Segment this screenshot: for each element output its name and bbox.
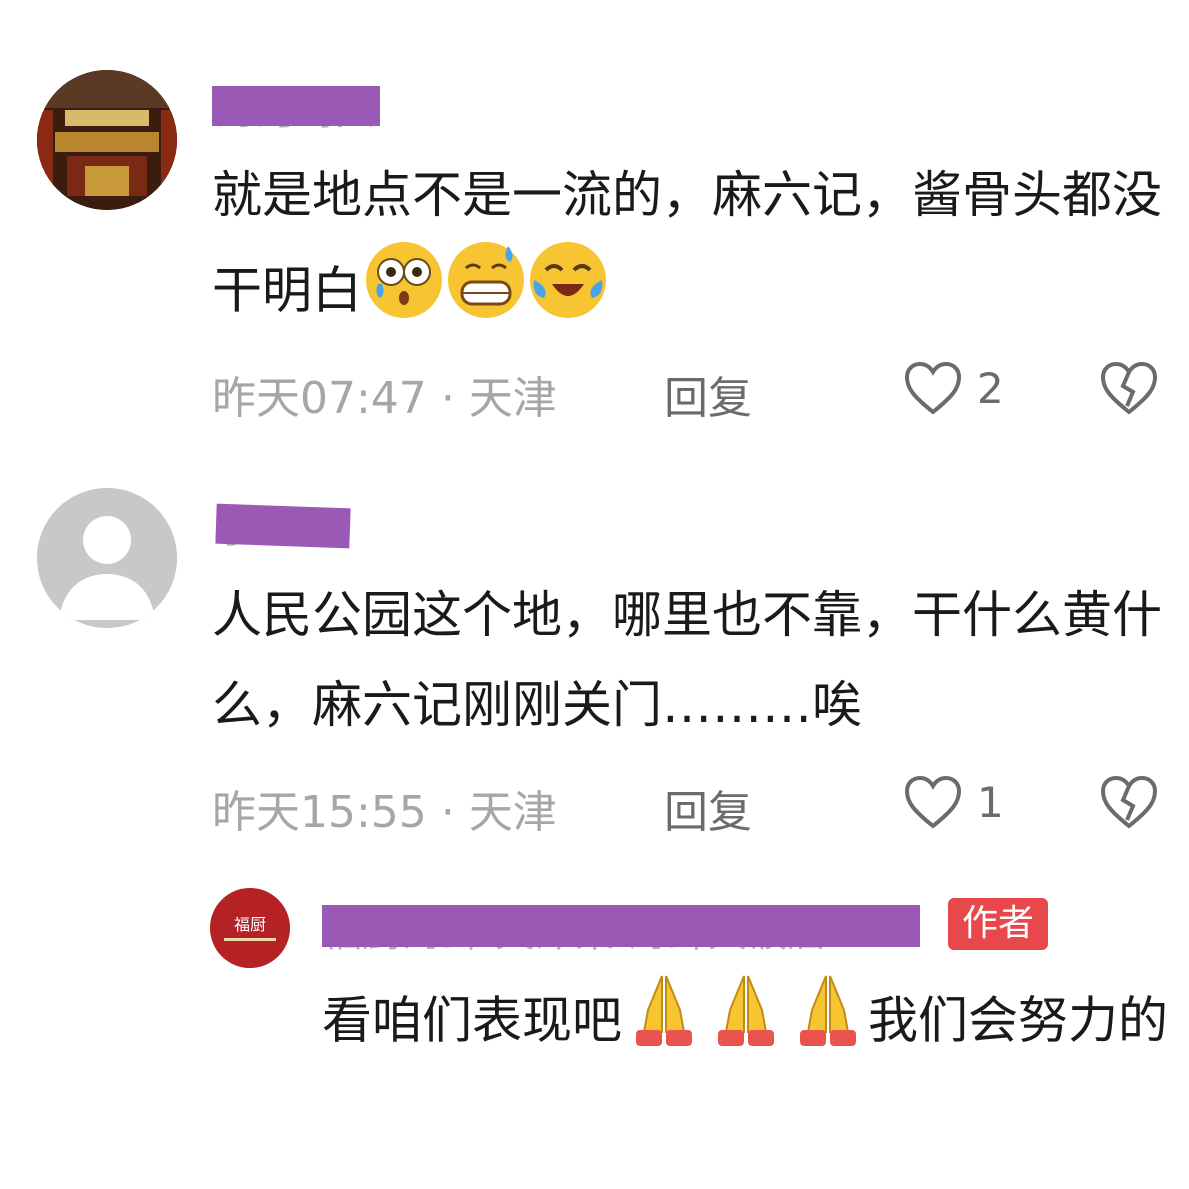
like-button[interactable]: 2 bbox=[903, 360, 1004, 416]
comment-location: 天津 bbox=[468, 373, 557, 424]
like-button[interactable]: 1 bbox=[903, 774, 1004, 830]
folded-hands-emoji bbox=[624, 970, 704, 1078]
folded-hands-emoji bbox=[706, 970, 786, 1078]
reply-text: 看咱们表现吧 我们会努力的 bbox=[322, 970, 1172, 1078]
separator-dot: · bbox=[440, 373, 455, 424]
like-count: 1 bbox=[977, 777, 1004, 827]
author-badge: 作者 bbox=[948, 898, 1049, 950]
reply-button[interactable]: 回复 bbox=[664, 776, 752, 840]
comment-time: 昨天15:55 bbox=[212, 787, 427, 838]
comment-location: 天津 bbox=[468, 787, 557, 838]
reply-text-part2: 我们会努力的 bbox=[868, 991, 1168, 1050]
reply-button[interactable]: 回复 bbox=[664, 362, 752, 426]
broken-heart-icon bbox=[1100, 775, 1158, 829]
grimace-sweat-emoji bbox=[446, 240, 526, 348]
author-avatar[interactable]: 福厨 bbox=[210, 888, 290, 968]
username-redaction bbox=[212, 86, 380, 126]
tears-of-joy-emoji bbox=[528, 240, 608, 348]
comment-text-content: 就是地点不是一流的，麻六记，酱骨头都没干明白 bbox=[212, 166, 1162, 320]
comment-text: 就是地点不是一流的，麻六记，酱骨头都没干明白 bbox=[212, 150, 1172, 348]
user-avatar[interactable] bbox=[37, 70, 177, 210]
like-count: 2 bbox=[977, 363, 1004, 413]
separator-dot: · bbox=[440, 787, 455, 838]
heart-icon bbox=[904, 775, 962, 829]
username-redaction bbox=[322, 905, 920, 947]
broken-heart-icon bbox=[1100, 361, 1158, 415]
default-avatar[interactable] bbox=[37, 488, 177, 628]
dislike-button[interactable] bbox=[1098, 774, 1160, 834]
username-redaction bbox=[215, 503, 351, 549]
comment-time: 昨天07:47 bbox=[212, 373, 427, 424]
heart-icon bbox=[904, 361, 962, 415]
svg-text:福厨: 福厨 bbox=[234, 915, 266, 934]
reply-text-part1: 看咱们表现吧 bbox=[322, 991, 622, 1050]
comment-meta: 昨天15:55 · 天津 bbox=[212, 776, 557, 840]
comment-text: 人民公园这个地，哪里也不靠，干什么黄什么，麻六记刚刚关门………唉 bbox=[212, 586, 1162, 734]
astonished-tear-emoji bbox=[364, 240, 444, 348]
folded-hands-emoji bbox=[788, 970, 868, 1078]
comment-meta: 昨天07:47 · 天津 bbox=[212, 362, 557, 426]
dislike-button[interactable] bbox=[1098, 360, 1160, 420]
